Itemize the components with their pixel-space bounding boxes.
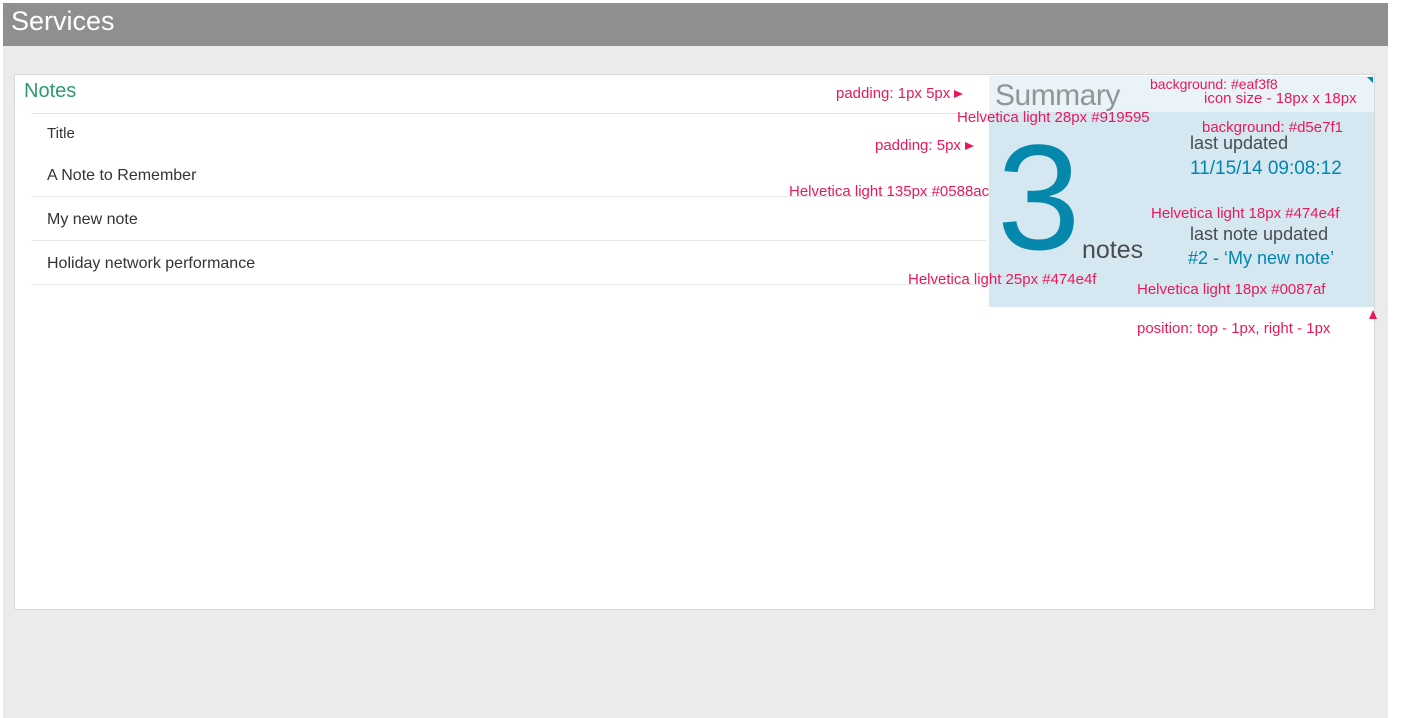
- annotation-icon-size: icon size - 18px x 18px: [1204, 90, 1357, 107]
- column-header-title[interactable]: Title: [47, 125, 75, 142]
- last-updated-value: 11/15/14 09:08:12: [1190, 158, 1342, 179]
- arrow-right-icon: [964, 142, 974, 151]
- app-frame: Services Notes Title A Note to Remember …: [3, 3, 1388, 718]
- annotation-title-font: Helvetica light 28px #919595: [957, 109, 1150, 126]
- app-header: Services: [3, 3, 1388, 46]
- last-note-label: last note updated: [1190, 224, 1329, 244]
- annotation-padding-body: padding: 5px: [875, 138, 974, 154]
- note-title[interactable]: My new note: [47, 211, 138, 229]
- annotation-value-font: Helvetica light 18px #0087af: [1137, 281, 1326, 298]
- table-row[interactable]: My new note: [31, 197, 986, 241]
- note-title[interactable]: Holiday network performance: [47, 255, 255, 273]
- annotation-padding-title: padding: 1px 5px: [836, 85, 964, 102]
- page-title: Services: [11, 6, 115, 36]
- summary-title: Summary: [995, 79, 1120, 112]
- note-title[interactable]: A Note to Remember: [47, 167, 196, 185]
- notes-panel: Notes Title A Note to Remember My new no…: [14, 74, 1375, 610]
- annotation-position: position: top - 1px, right - 1px: [1137, 320, 1331, 337]
- last-note-link[interactable]: #2 - ‘My new note’: [1188, 248, 1334, 269]
- notes-count: 3: [997, 113, 1081, 281]
- arrow-up-icon: [1369, 310, 1377, 319]
- annotation-text: padding: 5px: [875, 137, 961, 154]
- annotation-unit-font: Helvetica light 25px #474e4f: [908, 271, 1097, 288]
- arrow-right-icon: [954, 90, 964, 99]
- corner-triangle-icon[interactable]: [1367, 77, 1373, 83]
- annotation-label-font: Helvetica light 18px #474e4f: [1151, 205, 1340, 222]
- annotation-text: padding: 1px 5px: [836, 85, 951, 102]
- annotation-number-font: Helvetica light 135px #0588ac: [789, 183, 990, 200]
- annotation-bg-body: background: #d5e7f1: [1202, 119, 1343, 136]
- last-updated-label: last updated: [1190, 133, 1289, 153]
- panel-title: Notes: [24, 80, 77, 102]
- table-header[interactable]: Title: [31, 114, 986, 153]
- table-row[interactable]: Holiday network performance: [31, 241, 986, 285]
- notes-count-unit: notes: [1082, 236, 1144, 264]
